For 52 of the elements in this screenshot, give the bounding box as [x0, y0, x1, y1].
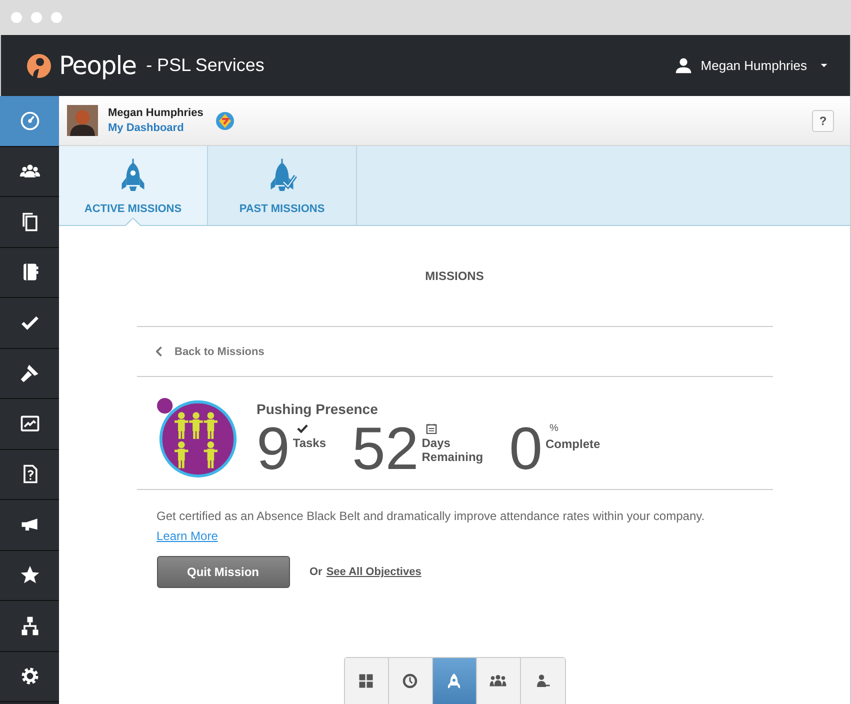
window-dot	[51, 12, 62, 23]
user-name: Megan Humphries	[108, 107, 204, 119]
sidebar-item[interactable]	[0, 652, 59, 702]
badge-icon	[215, 110, 236, 130]
dashboard-link[interactable]: My Dashboard	[108, 122, 204, 134]
mission-badge-icon	[156, 396, 238, 478]
sidebar-item[interactable]	[0, 601, 59, 652]
back-link[interactable]: Back to Missions	[136, 327, 772, 377]
avatar	[67, 105, 98, 136]
stat-value: 52	[352, 417, 419, 481]
window-dot	[11, 12, 22, 23]
user-icon	[674, 57, 692, 74]
page-title: MISSIONS	[425, 269, 484, 283]
mission-tab[interactable]: ACTIVE MISSIONS	[59, 146, 208, 225]
sidebar-item[interactable]	[0, 399, 59, 450]
learn-more-link[interactable]: Learn More	[156, 529, 218, 543]
or-text: Or	[310, 566, 322, 578]
calendar-icon	[426, 423, 437, 434]
gavel-icon	[18, 362, 40, 384]
stat-label: Complete	[545, 437, 600, 451]
caret-icon	[820, 63, 828, 68]
dashboard-icon	[18, 110, 40, 132]
logo-icon	[25, 52, 53, 80]
sidebar-item[interactable]	[0, 146, 59, 197]
see-all-objectives-link[interactable]: See All Objectives	[326, 566, 422, 578]
bottom-tab[interactable]	[432, 658, 476, 704]
checkmark-icon	[296, 423, 308, 434]
sidebar-item[interactable]	[0, 450, 59, 500]
rocket-icon	[445, 672, 463, 690]
sidebar-item[interactable]	[0, 348, 59, 399]
stat-value: 9	[256, 417, 290, 481]
stat-label: Days Remaining	[422, 436, 484, 464]
window-dot	[31, 12, 42, 23]
sidebar-item[interactable]	[0, 248, 59, 298]
grid-icon	[357, 672, 375, 690]
user-menu[interactable]: Megan Humphries	[674, 57, 828, 74]
mission-description: Get certified as an Absence Black Belt and dramatically improve attendance rates within your company. Learn More	[156, 508, 706, 545]
bottom-tab[interactable]	[344, 658, 388, 704]
sidebar-item[interactable]	[0, 197, 59, 248]
stat-label: Tasks	[292, 436, 326, 450]
sidebar-item[interactable]	[0, 500, 59, 550]
mission-title: Pushing Presence	[256, 401, 379, 417]
quit-mission-button[interactable]: Quit Mission	[156, 556, 290, 588]
help-button[interactable]: ?	[812, 110, 834, 132]
stat-value: 0	[509, 417, 542, 481]
chevron-left-icon	[156, 346, 162, 357]
sidebar-item[interactable]	[0, 550, 59, 601]
clock-icon	[401, 672, 419, 690]
organization-name: - PSL Services	[146, 55, 264, 76]
percent-sign: %	[549, 423, 558, 435]
app-name: People	[59, 51, 136, 80]
sidebar-item[interactable]	[0, 298, 59, 348]
